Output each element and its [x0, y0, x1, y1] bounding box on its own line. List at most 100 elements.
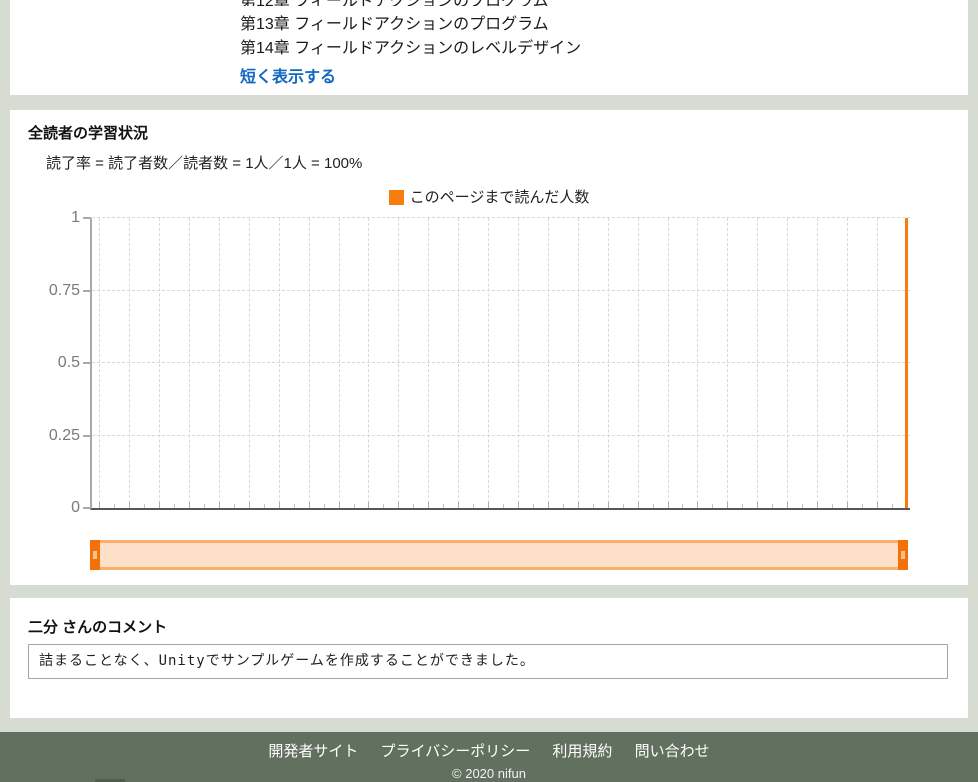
- x-minor-tick: [324, 504, 325, 508]
- completion-rate-formula: 読了率 = 読了者数／読者数 = 1人／1人 = 100%: [46, 152, 362, 173]
- x-minor-tick: [294, 504, 295, 508]
- x-gridline: [219, 218, 220, 508]
- x-gridline: [518, 218, 519, 508]
- x-gridline: [608, 218, 609, 508]
- y-tick: [83, 507, 91, 509]
- show-less-link[interactable]: 短く表示する: [240, 63, 336, 87]
- x-minor-tick: [533, 504, 534, 508]
- x-minor-tick: [892, 504, 893, 508]
- x-minor-tick: [653, 504, 654, 508]
- x-minor-tick: [383, 504, 384, 508]
- x-gridline: [159, 218, 160, 508]
- footer-link-privacy-policy[interactable]: プライバシーポリシー: [381, 740, 531, 761]
- x-gridline: [817, 218, 818, 508]
- chart-legend[interactable]: このページまで読んだ人数: [10, 186, 968, 207]
- legend-swatch-icon: [389, 190, 404, 205]
- x-tick: [518, 502, 519, 508]
- toc-chapter-14: 第14章 フィールドアクションのレベルデザイン: [240, 34, 581, 58]
- x-tick: [697, 502, 698, 508]
- y-tick: [83, 290, 91, 292]
- x-minor-tick: [742, 504, 743, 508]
- x-tick: [668, 502, 669, 508]
- x-minor-tick: [832, 504, 833, 508]
- readers-chart: 00.250.50.751 82035506580951121321521721…: [10, 218, 968, 508]
- copyright: © 2020 nifun: [0, 766, 978, 781]
- x-tick: [99, 502, 100, 508]
- x-tick: [488, 502, 489, 508]
- series-line: [905, 218, 908, 508]
- x-gridline: [458, 218, 459, 508]
- footer-link-contact[interactable]: 問い合わせ: [635, 740, 710, 761]
- x-gridline: [339, 218, 340, 508]
- x-tick: [608, 502, 609, 508]
- footer: 開発者サイト プライバシーポリシー 利用規約 問い合わせ © 2020 nifu…: [0, 732, 978, 782]
- x-tick: [877, 502, 878, 508]
- toc-chapter-13: 第13章 フィールドアクションのプログラム: [240, 10, 549, 34]
- x-minor-tick: [503, 504, 504, 508]
- x-tick: [189, 502, 190, 508]
- x-tick: [757, 502, 758, 508]
- x-tick: [817, 502, 818, 508]
- y-tick-label: 0: [71, 499, 80, 517]
- comment-text: 詰まることなく、Unityでサンプルゲームを作成することができました。: [39, 653, 535, 669]
- x-minor-tick: [623, 504, 624, 508]
- x-minor-tick: [144, 504, 145, 508]
- x-tick: [129, 502, 130, 508]
- x-tick: [548, 502, 549, 508]
- x-gridline: [757, 218, 758, 508]
- x-gridline: [877, 218, 878, 508]
- x-tick: [368, 502, 369, 508]
- y-tick-label: 0.5: [58, 354, 80, 372]
- x-tick: [847, 502, 848, 508]
- x-minor-tick: [712, 504, 713, 508]
- slider-handle-right[interactable]: [898, 540, 908, 570]
- x-gridline: [578, 218, 579, 508]
- footer-link-terms[interactable]: 利用規約: [552, 740, 612, 761]
- x-gridline: [129, 218, 130, 508]
- x-minor-tick: [234, 504, 235, 508]
- x-gridline: [309, 218, 310, 508]
- y-tick: [83, 362, 91, 364]
- x-minor-tick: [862, 504, 863, 508]
- x-minor-tick: [354, 504, 355, 508]
- toc-card: 第12章 フィールドアクションのプログラム 第13章 フィールドアクションのプロ…: [10, 0, 968, 95]
- slider-grip-icon: [901, 551, 905, 559]
- x-tick: [458, 502, 459, 508]
- x-gridline: [548, 218, 549, 508]
- x-gridline: [368, 218, 369, 508]
- slider-grip-icon: [93, 551, 97, 559]
- x-gridline: [428, 218, 429, 508]
- plot-area: [90, 218, 910, 510]
- footer-links: 開発者サイト プライバシーポリシー 利用規約 問い合わせ: [0, 732, 978, 761]
- learning-status-card: 全読者の学習状況 読了率 = 読了者数／読者数 = 1人／1人 = 100% こ…: [10, 110, 968, 585]
- x-gridline: [697, 218, 698, 508]
- x-minor-tick: [473, 504, 474, 508]
- page-range-slider[interactable]: [90, 540, 908, 570]
- slider-handle-left[interactable]: [90, 540, 100, 570]
- x-gridline: [398, 218, 399, 508]
- x-tick: [159, 502, 160, 508]
- legend-label: このページまで読んだ人数: [410, 189, 590, 206]
- clipped-chapter-text: 第12章 フィールドアクションのプログラム: [240, 0, 660, 6]
- x-gridline: [488, 218, 489, 508]
- x-tick: [219, 502, 220, 508]
- x-minor-tick: [174, 504, 175, 508]
- footer-link-developer-site[interactable]: 開発者サイト: [268, 740, 358, 761]
- comment-box: 詰まることなく、Unityでサンプルゲームを作成することができました。: [28, 644, 948, 679]
- x-tick: [428, 502, 429, 508]
- section-title: 全読者の学習状況: [28, 122, 148, 143]
- x-minor-tick: [772, 504, 773, 508]
- x-gridline: [279, 218, 280, 508]
- x-gridline: [638, 218, 639, 508]
- x-gridline: [99, 218, 100, 508]
- x-gridline: [727, 218, 728, 508]
- x-minor-tick: [682, 504, 683, 508]
- x-tick: [727, 502, 728, 508]
- x-tick: [249, 502, 250, 508]
- x-tick: [787, 502, 788, 508]
- x-gridline: [787, 218, 788, 508]
- x-minor-tick: [443, 504, 444, 508]
- y-tick-label: 0.75: [49, 282, 80, 300]
- y-tick-label: 1: [71, 209, 80, 227]
- x-gridline: [249, 218, 250, 508]
